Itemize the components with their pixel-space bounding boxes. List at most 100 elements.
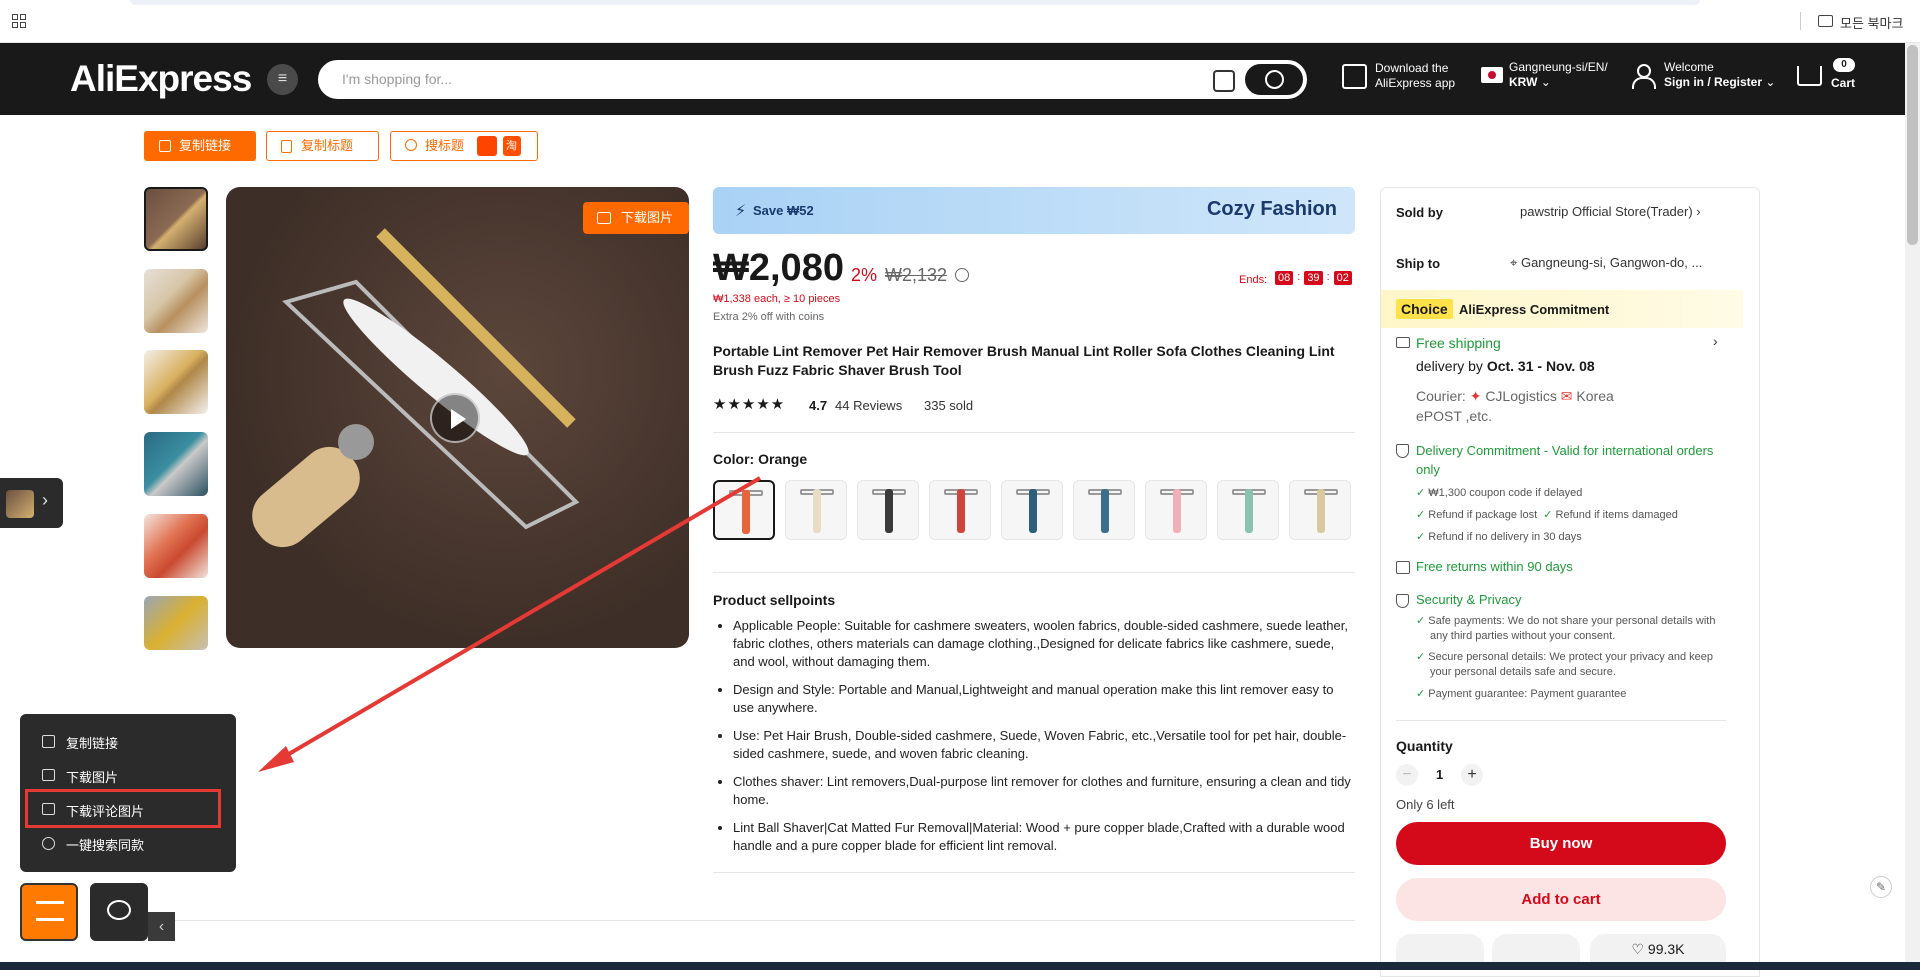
search-bar[interactable]: I'm shopping for... [318,60,1307,99]
ship-to-selector[interactable]: ⌖ Gangneung-si, Gangwon-do, ... [1510,255,1702,271]
color-swatch[interactable] [1217,480,1279,540]
color-swatch[interactable] [1289,480,1351,540]
tab-strip-edge [130,0,1700,5]
menu-copy-link[interactable]: 复制链接 [66,733,118,752]
commitment-title: AliExpress Commitment [1459,302,1610,317]
divider [160,920,1355,921]
color-swatch[interactable] [785,480,847,540]
chevron-right-icon[interactable]: › [1713,333,1718,349]
category-menu-button[interactable]: ≡ [267,64,298,95]
copy-link-button[interactable]: 复制链接 [144,131,256,161]
image-icon [597,212,611,224]
recent-viewed-tab[interactable]: › [0,478,63,528]
apps-grid-icon[interactable] [12,14,26,28]
cj-logo-icon: ✦ [1469,388,1482,404]
divider [1396,720,1726,721]
location-pin-icon: ⌖ [1510,255,1518,270]
store-link[interactable]: pawstrip Official Store(Trader) › [1520,204,1701,219]
all-bookmarks-button[interactable]: 모든 북마크 [1840,13,1903,32]
free-returns[interactable]: Free returns within 90 days [1416,559,1573,574]
sellpoint-item: Applicable People: Suitable for cashmere… [733,617,1353,671]
korea-post-icon: ✉ [1560,388,1573,404]
search-input[interactable]: I'm shopping for... [342,71,452,87]
security-privacy[interactable]: Security & Privacy [1416,592,1521,607]
quantity-label: Quantity [1396,738,1453,754]
info-icon[interactable] [955,268,969,282]
menu-download-image[interactable]: 下载图片 [66,767,118,786]
user-icon[interactable] [1632,64,1656,89]
store-button[interactable] [1396,934,1484,964]
color-swatch[interactable] [1001,480,1063,540]
scrollbar-thumb[interactable] [1907,45,1918,245]
sellpoint-item: Use: Pet Hair Brush, Double-sided cashme… [733,727,1353,763]
commit-item: ✓ ₩1,300 coupon code if delayed [1416,487,1583,499]
security-item: ✓ Payment guarantee: Payment guarantee [1416,688,1627,700]
thumbnail-5[interactable] [144,514,208,578]
aliexpress-badge-icon [477,136,497,156]
free-shipping[interactable]: Free shipping [1416,335,1501,351]
chevron-right-icon: › [42,490,48,510]
thumbnail-2[interactable] [144,269,208,333]
search-button[interactable] [1245,64,1303,95]
color-swatch[interactable] [1145,480,1207,540]
chat-button[interactable] [90,883,148,941]
color-swatch[interactable] [929,480,991,540]
locale-selector[interactable]: Gangneung-si/EN/KRW ⌄ [1509,60,1608,90]
wishlist-button[interactable]: ♡ 99.3K [1590,934,1726,964]
play-video-button[interactable] [430,393,480,443]
thumbnail-1[interactable] [144,187,208,251]
brand-name: Cozy Fashion [1206,198,1337,220]
ship-to-label: Ship to [1396,256,1441,271]
download-image-button[interactable]: 下载图片 [583,202,689,234]
copy-link-icon [159,140,171,152]
sellpoint-item: Clothes shaver: Lint removers,Dual-purpo… [733,773,1353,809]
cart-link[interactable]: Cart [1831,76,1855,91]
heart-icon: ♡ [1631,941,1645,957]
choice-badge: Choice [1396,299,1453,319]
swatch-product-icon [1317,489,1325,533]
qr-app-icon[interactable] [1342,64,1367,89]
copy-title-button[interactable]: 复制标题 [266,131,379,161]
reviews-link[interactable]: 44 Reviews [835,398,902,413]
quantity-decrement-button[interactable]: − [1396,764,1418,786]
plugin-home-button[interactable] [20,883,78,941]
color-swatch[interactable] [857,480,919,540]
quantity-input[interactable]: 1 [1436,767,1443,782]
current-price: ₩2,080 [713,247,844,289]
swatch-product-icon [1101,489,1109,533]
thumbnail-6[interactable] [144,596,208,650]
edit-icon[interactable]: ✎ [1870,876,1892,898]
color-swatch[interactable] [1073,480,1135,540]
red-arrow-annotation [258,476,762,772]
image-search-icon[interactable] [1213,70,1235,92]
share-button[interactable] [1492,934,1580,964]
menu-search-same[interactable]: 一键搜索同款 [66,835,144,854]
account-menu[interactable]: Welcome Sign in / Register ⌄ [1664,60,1775,90]
coins-discount: Extra 2% off with coins [713,311,825,323]
search-title-button[interactable]: 搜标题 淘 [390,131,538,161]
cart-icon[interactable] [1797,66,1822,86]
lightning-icon: ⚡ [735,203,747,220]
return-icon [1396,561,1410,574]
aliexpress-logo[interactable]: AliExpress [70,58,252,100]
thumbnail-3[interactable] [144,350,208,414]
product-title: Portable Lint Remover Pet Hair Remover B… [713,343,1335,378]
rating-value: 4.7 [809,398,828,413]
delivery-commitment[interactable]: Delivery Commitment - Valid for internat… [1416,441,1716,479]
original-price: ₩2,132 [885,265,948,285]
download-app-link[interactable]: Download the AliExpress app [1375,61,1455,91]
rating-stars: ★★★★★ [713,396,786,413]
search-icon [405,139,417,151]
quantity-increment-button[interactable]: + [1461,764,1483,786]
bulk-price: ₩1,338 each, ≥ 10 pieces [713,293,841,305]
buy-now-button[interactable]: Buy now [1396,822,1726,865]
collapse-button[interactable]: ‹ [148,912,175,941]
cart-count-badge: 0 [1833,58,1855,72]
swatch-product-icon [1173,489,1181,533]
thumbnail-4[interactable] [144,432,208,496]
truck-icon [1396,337,1410,348]
add-to-cart-button[interactable]: Add to cart [1396,878,1726,921]
security-item: ✓ Safe payments: We do not share your pe… [1416,615,1716,642]
commit-item: ✓ Refund if package lost ✓ Refund if ite… [1416,509,1678,521]
countdown-timer: 08: 39: 02 [1275,271,1352,285]
